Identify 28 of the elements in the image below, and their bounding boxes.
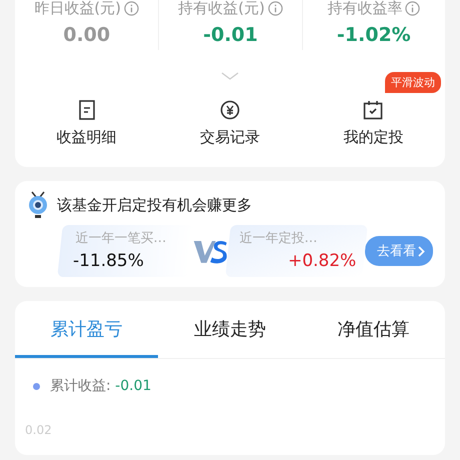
tab[interactable]: 累计盈亏 — [15, 301, 158, 358]
badge: 平滑波动 — [384, 72, 441, 93]
yuan-icon — [220, 100, 240, 120]
info-icon[interactable] — [405, 1, 420, 16]
comparison-label: 近一年定投… — [240, 230, 319, 247]
stat-label: 持有收益(元) — [178, 0, 265, 18]
legend-text: 累计收益: -0.01 — [50, 377, 152, 395]
stat-value: -0.01 — [203, 24, 258, 46]
chevron-right-icon — [418, 246, 425, 256]
calendar-icon — [363, 100, 384, 120]
chevron-down-icon[interactable] — [221, 72, 239, 80]
action-button[interactable]: 交易记录 — [200, 94, 260, 153]
document-icon — [78, 100, 95, 120]
info-icon[interactable] — [268, 1, 283, 16]
promo-title: 该基金开启定投有机会赚更多 — [57, 196, 252, 214]
info-icon[interactable] — [124, 1, 140, 16]
stat-value: -1.02% — [336, 24, 411, 46]
action-button[interactable]: 我的定投 — [343, 94, 404, 153]
tab[interactable]: 净值估算 — [302, 301, 445, 358]
comparison-value: +0.82% — [288, 251, 356, 271]
action-button[interactable]: 收益明细 — [56, 94, 117, 153]
stat-label: 持有收益率 — [327, 0, 402, 18]
stat-value: 0.00 — [63, 24, 110, 46]
robot-icon — [27, 191, 49, 219]
tab[interactable]: 业绩走势 — [158, 301, 302, 358]
comparison-value: -11.85% — [72, 251, 144, 271]
stat-label: 昨日收益(元) — [34, 0, 122, 18]
comparison-label: 近一年一笔买… — [75, 230, 168, 247]
